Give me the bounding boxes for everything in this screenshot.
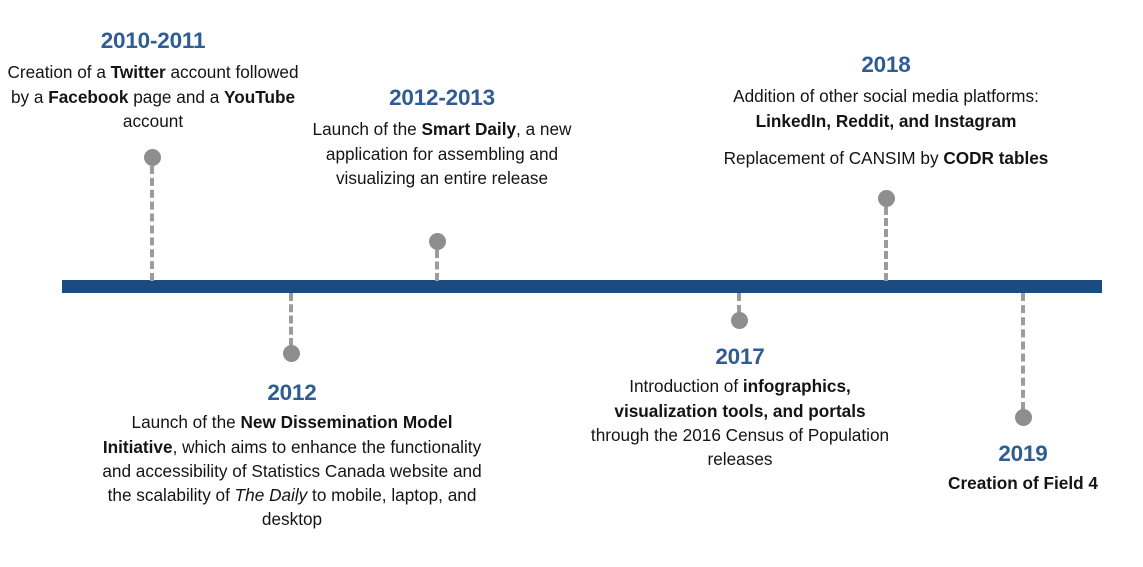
event-year-label: 2010-2011	[100, 28, 206, 53]
timeline-connector-2019	[1021, 293, 1025, 410]
event-year-label: 2012	[267, 380, 317, 405]
event-description: Creation of a Twitter account followed b…	[7, 62, 299, 131]
timeline-connector-2018	[884, 207, 888, 281]
event-year-label: 2019	[998, 441, 1048, 466]
event-description: Creation of Field 4	[948, 473, 1098, 494]
timeline-marker-dot-2012	[283, 345, 300, 362]
timeline-connector-2012	[289, 293, 293, 346]
event-description: Introduction of infographics, visualizat…	[590, 376, 890, 470]
event-description: Launch of the Smart Daily, a new applica…	[312, 119, 572, 188]
event-description: Launch of the New Dissemination Model In…	[102, 412, 482, 530]
timeline-event-2010-2011: 2010-2011 Creation of a Twitter account …	[5, 27, 301, 133]
event-year-label: 2017	[715, 344, 765, 369]
timeline-event-2017: 2017 Introduction of infographics, visua…	[585, 343, 895, 471]
timeline-axis-bar	[62, 280, 1102, 293]
timeline-connector-2012-2013	[435, 250, 439, 281]
timeline-marker-dot-2017	[731, 312, 748, 329]
event-year-label: 2018	[861, 52, 911, 77]
timeline-event-2019: 2019 Creation of Field 4	[907, 440, 1139, 496]
timeline-marker-dot-2012-2013	[429, 233, 446, 250]
timeline-connector-2010-2011	[150, 166, 154, 281]
event-description: Addition of other social media platforms…	[733, 86, 1039, 131]
timeline-event-2018: 2018 Addition of other social media plat…	[694, 51, 1078, 170]
timeline-event-2012: 2012 Launch of the New Dissemination Mod…	[93, 379, 491, 532]
event-year-label: 2012-2013	[389, 85, 495, 110]
timeline-marker-dot-2018	[878, 190, 895, 207]
timeline-marker-dot-2019	[1015, 409, 1032, 426]
timeline-event-2012-2013: 2012-2013 Launch of the Smart Daily, a n…	[305, 84, 579, 190]
timeline-marker-dot-2010-2011	[144, 149, 161, 166]
event-description-secondary: Replacement of CANSIM by CODR tables	[723, 147, 1049, 168]
timeline-infographic: 2010-2011 Creation of a Twitter account …	[0, 0, 1143, 567]
timeline-connector-2017	[737, 293, 741, 313]
